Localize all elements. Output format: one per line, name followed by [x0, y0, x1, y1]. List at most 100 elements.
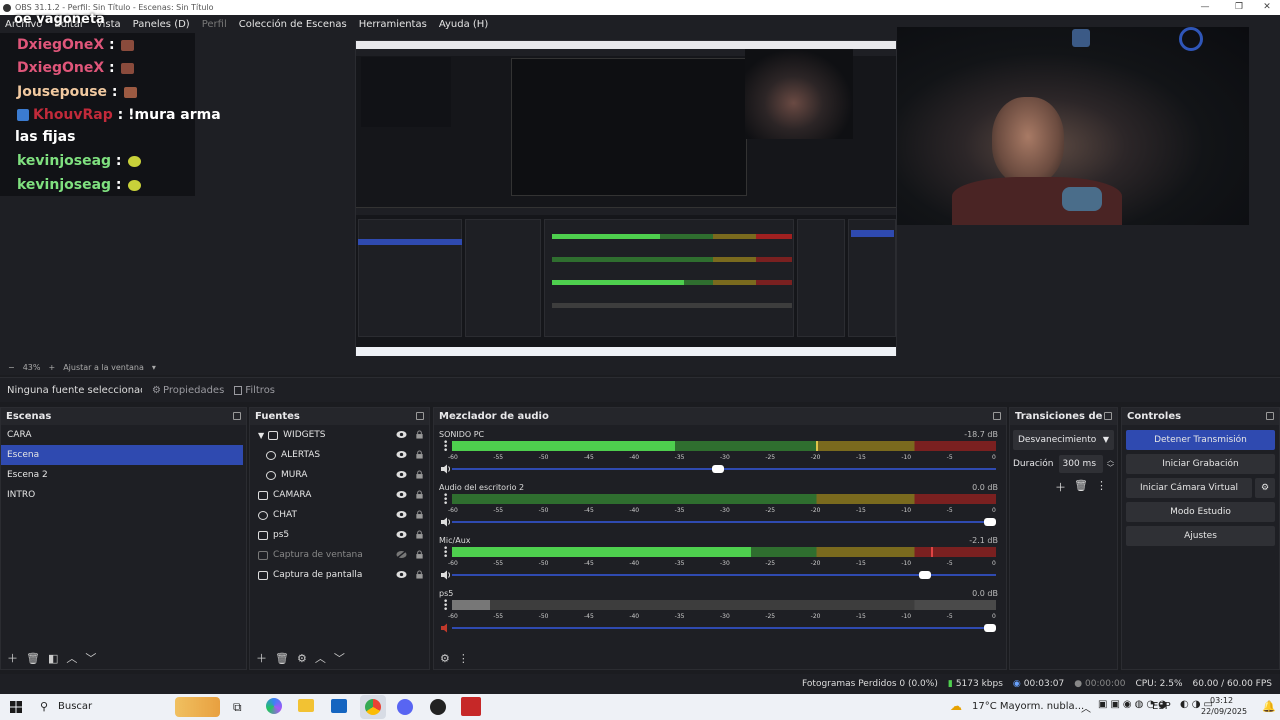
taskbar-search[interactable]: Buscar	[58, 701, 92, 712]
virtual-camera-settings-button[interactable]: ⚙	[1255, 478, 1275, 498]
menu-perfil[interactable]: Perfil	[202, 19, 227, 30]
scene-item-selected[interactable]: Escena	[1, 445, 243, 465]
eye-icon[interactable]	[396, 530, 407, 539]
widget-illustration-icon[interactable]	[175, 697, 220, 717]
filters-button[interactable]: Filtros	[234, 385, 275, 396]
obs-icon[interactable]	[430, 699, 446, 715]
lock-icon[interactable]	[414, 570, 425, 579]
scene-item[interactable]: CARA	[1, 425, 246, 445]
slider-handle[interactable]	[712, 465, 724, 473]
lock-icon[interactable]	[414, 470, 425, 479]
source-settings-icon[interactable]: ⚙	[297, 652, 307, 665]
chevron-up-icon[interactable]: ︿	[1081, 700, 1091, 715]
eye-icon[interactable]	[396, 510, 407, 519]
menu-ayuda[interactable]: Ayuda (H)	[439, 19, 488, 30]
eye-icon[interactable]	[396, 570, 407, 579]
eye-hidden-icon[interactable]	[396, 550, 407, 559]
eye-icon[interactable]	[396, 470, 407, 479]
add-source-icon[interactable]: ＋	[256, 650, 267, 666]
lock-icon[interactable]	[414, 510, 425, 519]
zoom-out-button[interactable]: −	[8, 363, 15, 372]
scene-item[interactable]: INTRO	[1, 485, 246, 505]
zoom-dropdown-icon[interactable]: ▾	[152, 363, 156, 372]
menu-herramientas[interactable]: Herramientas	[359, 19, 427, 30]
remove-source-icon[interactable]: 🗑	[275, 652, 289, 665]
volume-slider[interactable]	[452, 624, 996, 632]
notification-bell-icon[interactable]: 🔔	[1262, 700, 1276, 713]
zoom-in-button[interactable]: +	[48, 363, 55, 372]
lock-icon[interactable]	[414, 450, 425, 459]
transition-select[interactable]: Desvanecimiento ▼	[1013, 430, 1114, 450]
settings-button[interactable]: Ajustes	[1126, 526, 1275, 546]
language-indicator[interactable]: ESP	[1152, 701, 1171, 712]
source-item-captura-pantalla[interactable]: Captura de pantalla	[250, 565, 429, 585]
volume-slider[interactable]	[452, 571, 996, 579]
channel-menu-icon[interactable]: • • •	[443, 492, 448, 509]
move-up-icon[interactable]: ︿	[66, 650, 77, 666]
minimize-button[interactable]: —	[1188, 0, 1222, 15]
eye-icon[interactable]	[396, 490, 407, 499]
source-item-camara[interactable]: CAMARA	[250, 485, 429, 505]
source-item-chat[interactable]: CHAT	[250, 505, 429, 525]
speaker-icon[interactable]	[440, 464, 452, 474]
search-icon[interactable]: ⚲	[40, 700, 48, 713]
volume-slider[interactable]	[452, 518, 996, 526]
move-up-icon[interactable]: ︿	[315, 650, 326, 666]
chevron-down-icon[interactable]: ▼	[258, 431, 264, 440]
advanced-audio-icon[interactable]: ⚙	[440, 652, 450, 665]
channel-menu-icon[interactable]: • • •	[443, 598, 448, 615]
studio-mode-button[interactable]: Modo Estudio	[1126, 502, 1275, 522]
source-item-ps5[interactable]: ps5	[250, 525, 429, 545]
menu-paneles[interactable]: Paneles (D)	[133, 19, 190, 30]
properties-button[interactable]: ⚙ Propiedades	[152, 385, 224, 396]
file-explorer-icon[interactable]	[298, 699, 314, 712]
chrome-icon[interactable]	[365, 699, 381, 715]
channel-menu-icon[interactable]: • • •	[443, 545, 448, 562]
transition-menu-icon[interactable]: ⋮	[1096, 479, 1107, 495]
volume-slider[interactable]	[452, 465, 996, 473]
stop-streaming-button[interactable]: Detener Transmisión	[1126, 430, 1275, 450]
mixer-menu-icon[interactable]: ⋮	[458, 652, 469, 665]
float-icon[interactable]	[993, 412, 1001, 420]
speaker-icon[interactable]	[440, 570, 452, 580]
mail-icon[interactable]	[331, 699, 347, 713]
float-icon[interactable]	[416, 412, 424, 420]
task-view-icon[interactable]: ⧉	[233, 700, 242, 715]
slider-handle[interactable]	[984, 518, 996, 526]
lock-icon[interactable]	[414, 490, 425, 499]
speaker-muted-icon[interactable]	[440, 623, 452, 633]
scene-item[interactable]: Escena 2	[1, 465, 246, 485]
remove-scene-icon[interactable]: 🗑	[26, 652, 40, 665]
zoom-fit[interactable]: Ajustar a la ventana	[63, 363, 144, 372]
duration-input[interactable]: 300 ms	[1058, 455, 1103, 473]
windows-start-icon[interactable]	[10, 701, 22, 713]
move-down-icon[interactable]: ﹀	[85, 650, 96, 666]
add-transition-icon[interactable]: ＋	[1055, 479, 1066, 495]
eye-icon[interactable]	[396, 450, 407, 459]
source-item-alertas[interactable]: ALERTAS	[250, 445, 429, 465]
weather-text[interactable]: 17°C Mayorm. nubla...	[972, 701, 1084, 712]
lock-icon[interactable]	[414, 530, 425, 539]
float-icon[interactable]	[1266, 412, 1274, 420]
eye-icon[interactable]	[396, 430, 407, 439]
start-virtual-camera-button[interactable]: Iniciar Cámara Virtual	[1126, 478, 1252, 498]
float-icon[interactable]	[1104, 412, 1112, 420]
voicemeeter-icon[interactable]	[461, 697, 481, 716]
source-item-widgets[interactable]: ▼ WIDGETS	[250, 425, 429, 445]
scene-filters-icon[interactable]: ◧	[48, 652, 58, 665]
discord-icon[interactable]	[397, 699, 413, 715]
speaker-icon[interactable]	[440, 517, 452, 527]
slider-handle[interactable]	[918, 571, 931, 579]
menu-coleccion[interactable]: Colección de Escenas	[239, 19, 347, 30]
channel-menu-icon[interactable]: • • •	[443, 439, 448, 456]
close-button[interactable]: ✕	[1250, 0, 1280, 15]
float-icon[interactable]	[233, 412, 241, 420]
lock-icon[interactable]	[414, 550, 425, 559]
source-item-mura[interactable]: MURA	[250, 465, 429, 485]
remove-transition-icon[interactable]: 🗑	[1074, 479, 1088, 495]
move-down-icon[interactable]: ﹀	[334, 650, 345, 666]
lock-icon[interactable]	[414, 430, 425, 439]
clock-time[interactable]: 03:12	[1210, 696, 1233, 705]
clock-date[interactable]: 22/09/2025	[1201, 707, 1247, 716]
duration-stepper[interactable]: ︿ ﹀	[1107, 456, 1114, 472]
